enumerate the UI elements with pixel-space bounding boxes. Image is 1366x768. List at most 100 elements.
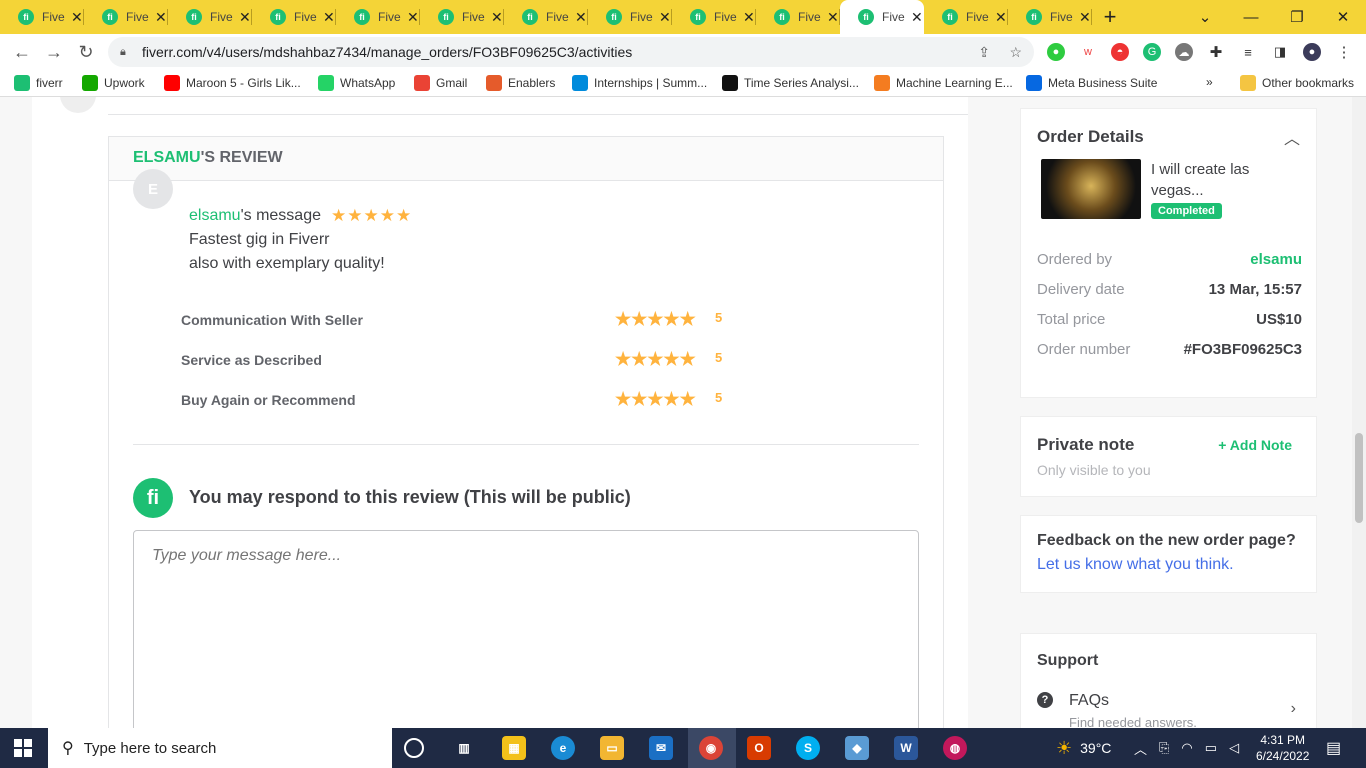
word-icon[interactable]: W [894,736,918,760]
reading-list-icon[interactable]: ≡ [1239,43,1257,61]
close-tab-icon[interactable]: ✕ [827,9,839,26]
feedback-link[interactable]: Let us know what you think. [1037,556,1234,574]
close-tab-icon[interactable]: ✕ [155,9,167,26]
url-field[interactable]: 🔒︎ fiverr.com/v4/users/mdshahbaz7434/man… [108,37,1034,67]
bookmark-star-icon[interactable]: ☆ [1009,44,1022,61]
review-response-input[interactable] [133,530,919,728]
wifi-icon[interactable]: ◠ [1181,740,1192,756]
bookmark-item[interactable]: WhatsApp [318,75,395,91]
browser-tab[interactable]: fi Five ✕ [840,0,924,34]
windows-start-icon[interactable] [14,739,32,757]
close-tab-icon[interactable]: ✕ [911,9,923,26]
task-view-icon[interactable]: ▥ [452,736,476,760]
notification-icon[interactable]: ▤ [1326,728,1341,768]
side-panel-icon[interactable]: ◨ [1271,43,1289,61]
volume-icon[interactable]: ◁ [1229,740,1239,756]
extensions-puzzle-icon[interactable]: ✚ [1207,43,1225,61]
battery-icon[interactable]: ▭ [1205,740,1217,756]
browser-tab[interactable]: fi Five ✕ [336,0,420,34]
browser-tab[interactable]: fi Five ✕ [252,0,336,34]
gig-thumbnail[interactable] [1041,159,1141,219]
browser-tab[interactable]: fi Five ✕ [588,0,672,34]
app-icon[interactable]: ◍ [943,736,967,760]
clock[interactable]: 4:31 PM 6/24/2022 [1256,728,1309,768]
bookmark-item[interactable]: fiverr [14,75,63,91]
grammarly-icon[interactable]: G [1143,43,1161,61]
restore-icon[interactable]: ❐ [1274,0,1320,34]
profile-avatar[interactable]: ● [1303,43,1321,61]
reload-icon[interactable]: ↻ [70,42,102,63]
bookmark-item[interactable]: Maroon 5 - Girls Lik... [164,75,301,91]
browser-tab[interactable]: fi Five ✕ [0,0,84,34]
gig-title-link[interactable]: I will create las vegas... [1151,159,1291,201]
system-tray-icons[interactable]: ︿ ⎘ ◠ ▭ ◁ [1134,728,1239,768]
browser-tab[interactable]: fi Five ✕ [168,0,252,34]
fiverr-icon [14,75,30,91]
close-tab-icon[interactable]: ✕ [491,9,503,26]
browser-tab[interactable]: fi Five ✕ [756,0,840,34]
other-bookmarks[interactable]: Other bookmarks [1240,75,1354,91]
chevron-up-icon[interactable]: ︿ [1134,739,1147,758]
scrollbar-thumb[interactable] [1355,433,1363,523]
browser-tab[interactable]: fi Five ✕ [84,0,168,34]
taskbar-search[interactable]: ⚲ Type here to search [48,728,392,768]
store-icon[interactable]: ▦ [502,736,526,760]
buyer-link[interactable]: elsamu [1250,251,1302,268]
bookmark-item[interactable]: Upwork [82,75,145,91]
browser-tab[interactable]: fi Five ✕ [672,0,756,34]
close-tab-icon[interactable]: ✕ [995,9,1007,26]
cortana-icon[interactable] [404,738,424,758]
share-icon[interactable]: ⇪ [978,44,990,61]
browser-tab[interactable]: fi Five ✕ [1008,0,1092,34]
close-tab-icon[interactable]: ✕ [71,9,83,26]
browser-tab[interactable]: fi Five ✕ [924,0,1008,34]
message-user-link[interactable]: elsamu [189,207,241,225]
close-tab-icon[interactable]: ✕ [575,9,587,26]
bookmark-item[interactable]: Time Series Analysi... [722,75,859,91]
office-icon[interactable]: O [747,736,771,760]
close-tab-icon[interactable]: ✕ [659,9,671,26]
faqs-link[interactable]: FAQs [1069,692,1109,710]
add-note-button[interactable]: + Add Note [1218,437,1292,453]
close-tab-icon[interactable]: ✕ [407,9,419,26]
close-tab-icon[interactable]: ✕ [1079,9,1091,26]
meta-icon [1026,75,1042,91]
tab-search-icon[interactable]: ⌄ [1182,0,1228,34]
browser-tab[interactable]: fi Five ✕ [420,0,504,34]
extension-icon[interactable]: ● [1047,43,1065,61]
criterion-stars: ★★★★★ [615,349,696,370]
device-icon[interactable]: ⎘ [1159,740,1169,756]
menu-dots-icon[interactable]: ⋮ [1335,43,1353,61]
mail-icon[interactable]: ✉ [649,736,673,760]
forward-icon[interactable]: → [38,42,70,63]
fiverr-favicon-icon: fi [186,9,202,25]
app-icon[interactable]: ◆ [845,736,869,760]
close-tab-icon[interactable]: ✕ [743,9,755,26]
bookmark-item[interactable]: Enablers [486,75,555,91]
extension-icon[interactable]: w [1079,43,1097,61]
extension-icon[interactable]: ☁ [1175,43,1193,61]
chrome-icon[interactable]: ◉ [699,736,723,760]
browser-tab[interactable]: fi Five ✕ [504,0,588,34]
chevron-right-icon[interactable]: › [1291,700,1296,718]
close-tab-icon[interactable]: ✕ [323,9,335,26]
star-icon: ★ [331,206,348,225]
more-bookmarks-icon[interactable]: » [1206,75,1213,89]
file-explorer-icon[interactable]: ▭ [600,736,624,760]
new-tab-plus-icon[interactable]: + [1092,4,1128,30]
bookmark-item[interactable]: Gmail [414,75,467,91]
chevron-up-icon[interactable]: ︿ [1284,125,1300,149]
minimize-icon[interactable]: — [1228,0,1274,34]
bookmark-item[interactable]: Machine Learning E... [874,75,1013,91]
bookmark-item[interactable]: Internships | Summ... [572,75,707,91]
page-scrollbar[interactable] [1352,97,1366,728]
edge-icon[interactable]: e [551,736,575,760]
close-tab-icon[interactable]: ✕ [239,9,251,26]
back-icon[interactable]: ← [6,42,38,63]
bookmark-item[interactable]: Meta Business Suite [1026,75,1157,91]
weather-icon: ☀ [1056,737,1073,758]
weather-widget[interactable]: ☀ 39°C [1056,728,1111,768]
extension-icon[interactable]: ◓ [1111,43,1129,61]
close-window-icon[interactable]: ✕ [1320,0,1366,34]
skype-icon[interactable]: S [796,736,820,760]
